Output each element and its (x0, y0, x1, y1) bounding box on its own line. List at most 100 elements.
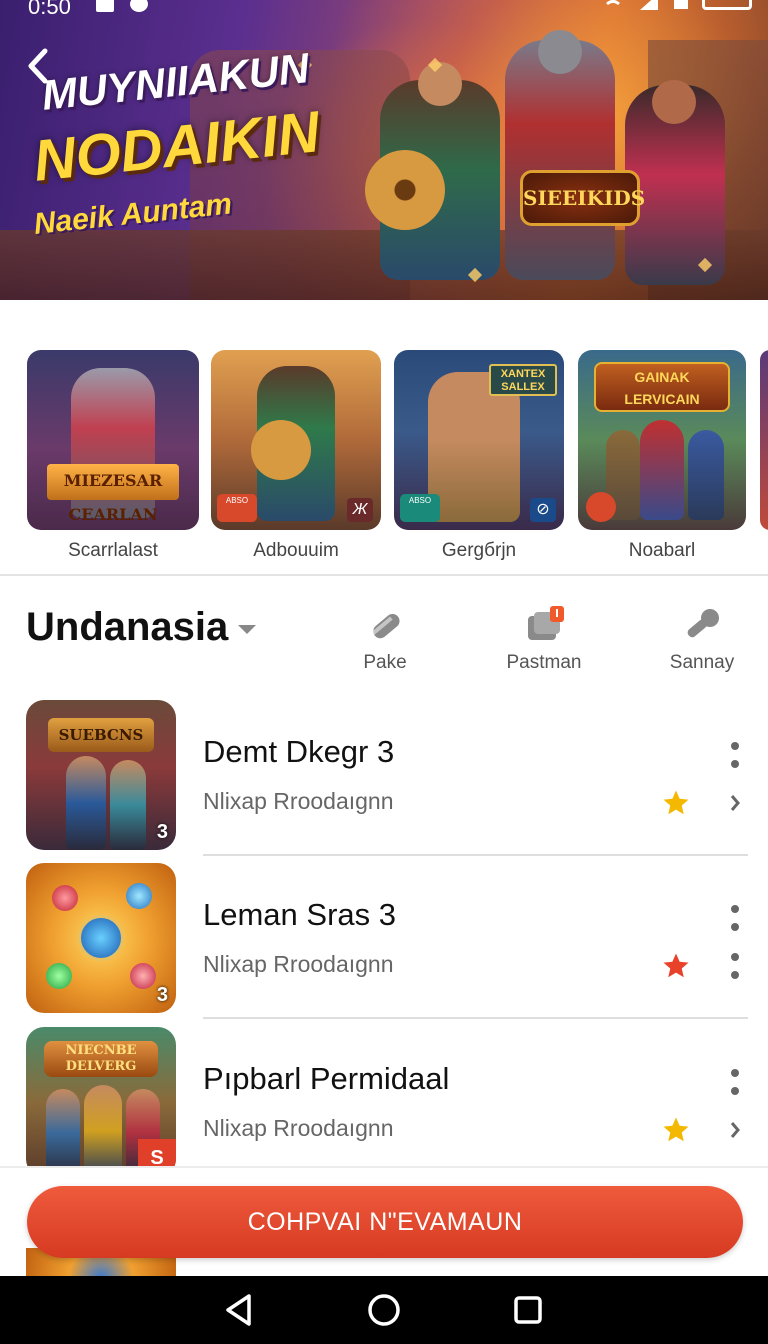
thumbnail-logo-icon: ⊘ (530, 498, 556, 522)
caret-down-icon (238, 625, 257, 634)
featured-game-thumbnail: GAINAK LERVICAIN (578, 350, 746, 530)
pencil-icon (371, 613, 400, 639)
thumbnail-character (110, 760, 146, 850)
featured-game-card[interactable]: ABSO Ж Adbouuim (211, 350, 381, 562)
list-item-thumbnail: SUEBCNS 3 (26, 700, 176, 850)
list-item-thumbnail: 3 (26, 863, 176, 1013)
featured-game-thumbnail: XANTEX SALLEX ABSO ⊘ (394, 350, 564, 530)
filter-sannay[interactable]: Sannay (642, 606, 762, 674)
list-item-title: Pıpbarl Permidaal (203, 1061, 450, 1096)
thumbnail-character (84, 1085, 122, 1177)
chevron-icon (730, 1122, 740, 1138)
expand-button[interactable] (722, 790, 748, 816)
status-icons (602, 0, 752, 10)
guitar-illustration (365, 150, 445, 230)
more-options-button[interactable] (722, 740, 748, 770)
featured-game-card[interactable]: GAINAK LERVICAIN Noabarl (578, 350, 746, 562)
thumbnail-title: GAINAK LERVICAIN (594, 362, 730, 412)
list-item-title: Leman Sras 3 (203, 897, 396, 932)
thumbnail-title: MIEZESAR CEARLAN (47, 464, 179, 524)
expand-button[interactable] (722, 1117, 748, 1143)
circle-home-icon (368, 1294, 400, 1326)
vertical-dots-icon (731, 1069, 739, 1095)
list-item-subtitle: Nlixap Rroodaıgnn (203, 951, 394, 977)
primary-action-button[interactable]: COHPVAI N"EVAMAUN (27, 1186, 743, 1258)
hero-game-emblem: SIEEIKIDS (520, 170, 645, 226)
gem-illustration (46, 963, 72, 989)
thumbnail-logo-icon: Ж (347, 498, 373, 522)
thumbnail-badge: ABSO (217, 494, 257, 522)
pen-icon (687, 609, 719, 638)
square-recents-icon (514, 1296, 542, 1324)
hero-character-head (538, 30, 582, 74)
star-icon[interactable] (661, 788, 691, 818)
featured-games-row: MIEZESAR CEARLAN Scarrlalast ABSO Ж Adbo… (0, 300, 768, 576)
hero-character-head (652, 80, 696, 124)
vertical-dots-icon (731, 742, 739, 768)
list-item-number: 3 (156, 821, 168, 843)
vertical-dots-icon (731, 905, 739, 931)
divider (203, 1017, 748, 1019)
wifi-icon (603, 0, 623, 6)
hero-banner: SIEEIKIDS MUYNIIAKUN NODAIKIN Naeik Aunt… (0, 0, 768, 300)
divider (0, 574, 768, 576)
thumbnail-character (66, 756, 106, 850)
filter-label: Sannay (669, 652, 735, 673)
featured-game-card[interactable]: XANTEX SALLEX ABSO ⊘ Gergбrjn (394, 350, 564, 562)
featured-game-label: Gergбrjn (441, 540, 517, 561)
gem-illustration (52, 885, 78, 911)
featured-game-thumbnail: ABSO Ж (211, 350, 381, 530)
featured-game-label: Noabarl (628, 540, 696, 561)
gem-illustration (126, 883, 152, 909)
list-item[interactable]: NIECNBE DELVERG S Pıpbarl Permidaal Nlix… (0, 1027, 768, 1177)
thumbnail-badge: ABSO (400, 494, 440, 522)
hero-character-knight (505, 40, 615, 280)
star-icon[interactable] (661, 951, 691, 981)
list-item-subtitle: Nlixap Rroodaıgnn (203, 788, 394, 814)
thumbnail-character (640, 420, 684, 520)
divider (203, 854, 748, 856)
guitar-illustration (251, 420, 311, 480)
list-item-title: Demt Dkegr 3 (203, 734, 395, 769)
more-options-button[interactable] (722, 903, 748, 933)
gem-illustration (78, 915, 124, 961)
list-item[interactable]: SUEBCNS 3 Demt Dkegr 3 Nlixap Rroodaıgnn (0, 700, 768, 856)
nav-home-button[interactable] (354, 1288, 414, 1332)
triangle-back-icon (226, 1294, 251, 1326)
hero-character-head (418, 62, 462, 106)
nav-back-button[interactable] (209, 1288, 269, 1332)
nav-recents-button[interactable] (498, 1288, 558, 1332)
filter-label: Pastman (506, 652, 582, 673)
featured-game-card-peek[interactable] (760, 350, 768, 530)
featured-game-thumbnail: MIEZESAR CEARLAN (27, 350, 199, 530)
list-item[interactable]: 3 Leman Sras 3 Nlixap Rroodaıgnn (0, 863, 768, 1019)
status-time: 0:50 (28, 0, 71, 19)
battery-icon (702, 0, 752, 10)
chevron-icon (730, 795, 740, 811)
notification-icon (96, 0, 114, 12)
thumbnail-character (688, 430, 724, 520)
notification-card-icon (528, 606, 564, 640)
category-dropdown[interactable]: Undanasia (26, 605, 257, 650)
thumbnail-title: NIECNBE DELVERG (44, 1041, 158, 1077)
settings-icon (130, 0, 148, 12)
gem-illustration (130, 963, 156, 989)
featured-game-label: Adbouuim (253, 540, 339, 561)
chevron-left-icon (28, 48, 48, 84)
list-item-thumbnail: NIECNBE DELVERG S (26, 1027, 176, 1177)
filter-pastman[interactable]: Pastman (484, 606, 604, 674)
thumbnail-title: SUEBCNS (48, 718, 154, 752)
sim-icon (674, 0, 688, 9)
thumbnail-title: XANTEX SALLEX (489, 364, 557, 396)
star-icon[interactable] (661, 1115, 691, 1145)
list-item-number: 3 (156, 984, 168, 1006)
featured-game-card[interactable]: MIEZESAR CEARLAN Scarrlalast (27, 350, 199, 562)
vertical-dots-icon (731, 953, 739, 979)
signal-icon (640, 0, 658, 10)
more-options-button[interactable] (722, 953, 748, 979)
back-button[interactable] (20, 44, 56, 88)
more-options-button[interactable] (722, 1067, 748, 1097)
thumbnail-character (46, 1089, 80, 1177)
filter-pake[interactable]: Pake (325, 606, 445, 674)
section-title: Undanasia (26, 605, 229, 649)
